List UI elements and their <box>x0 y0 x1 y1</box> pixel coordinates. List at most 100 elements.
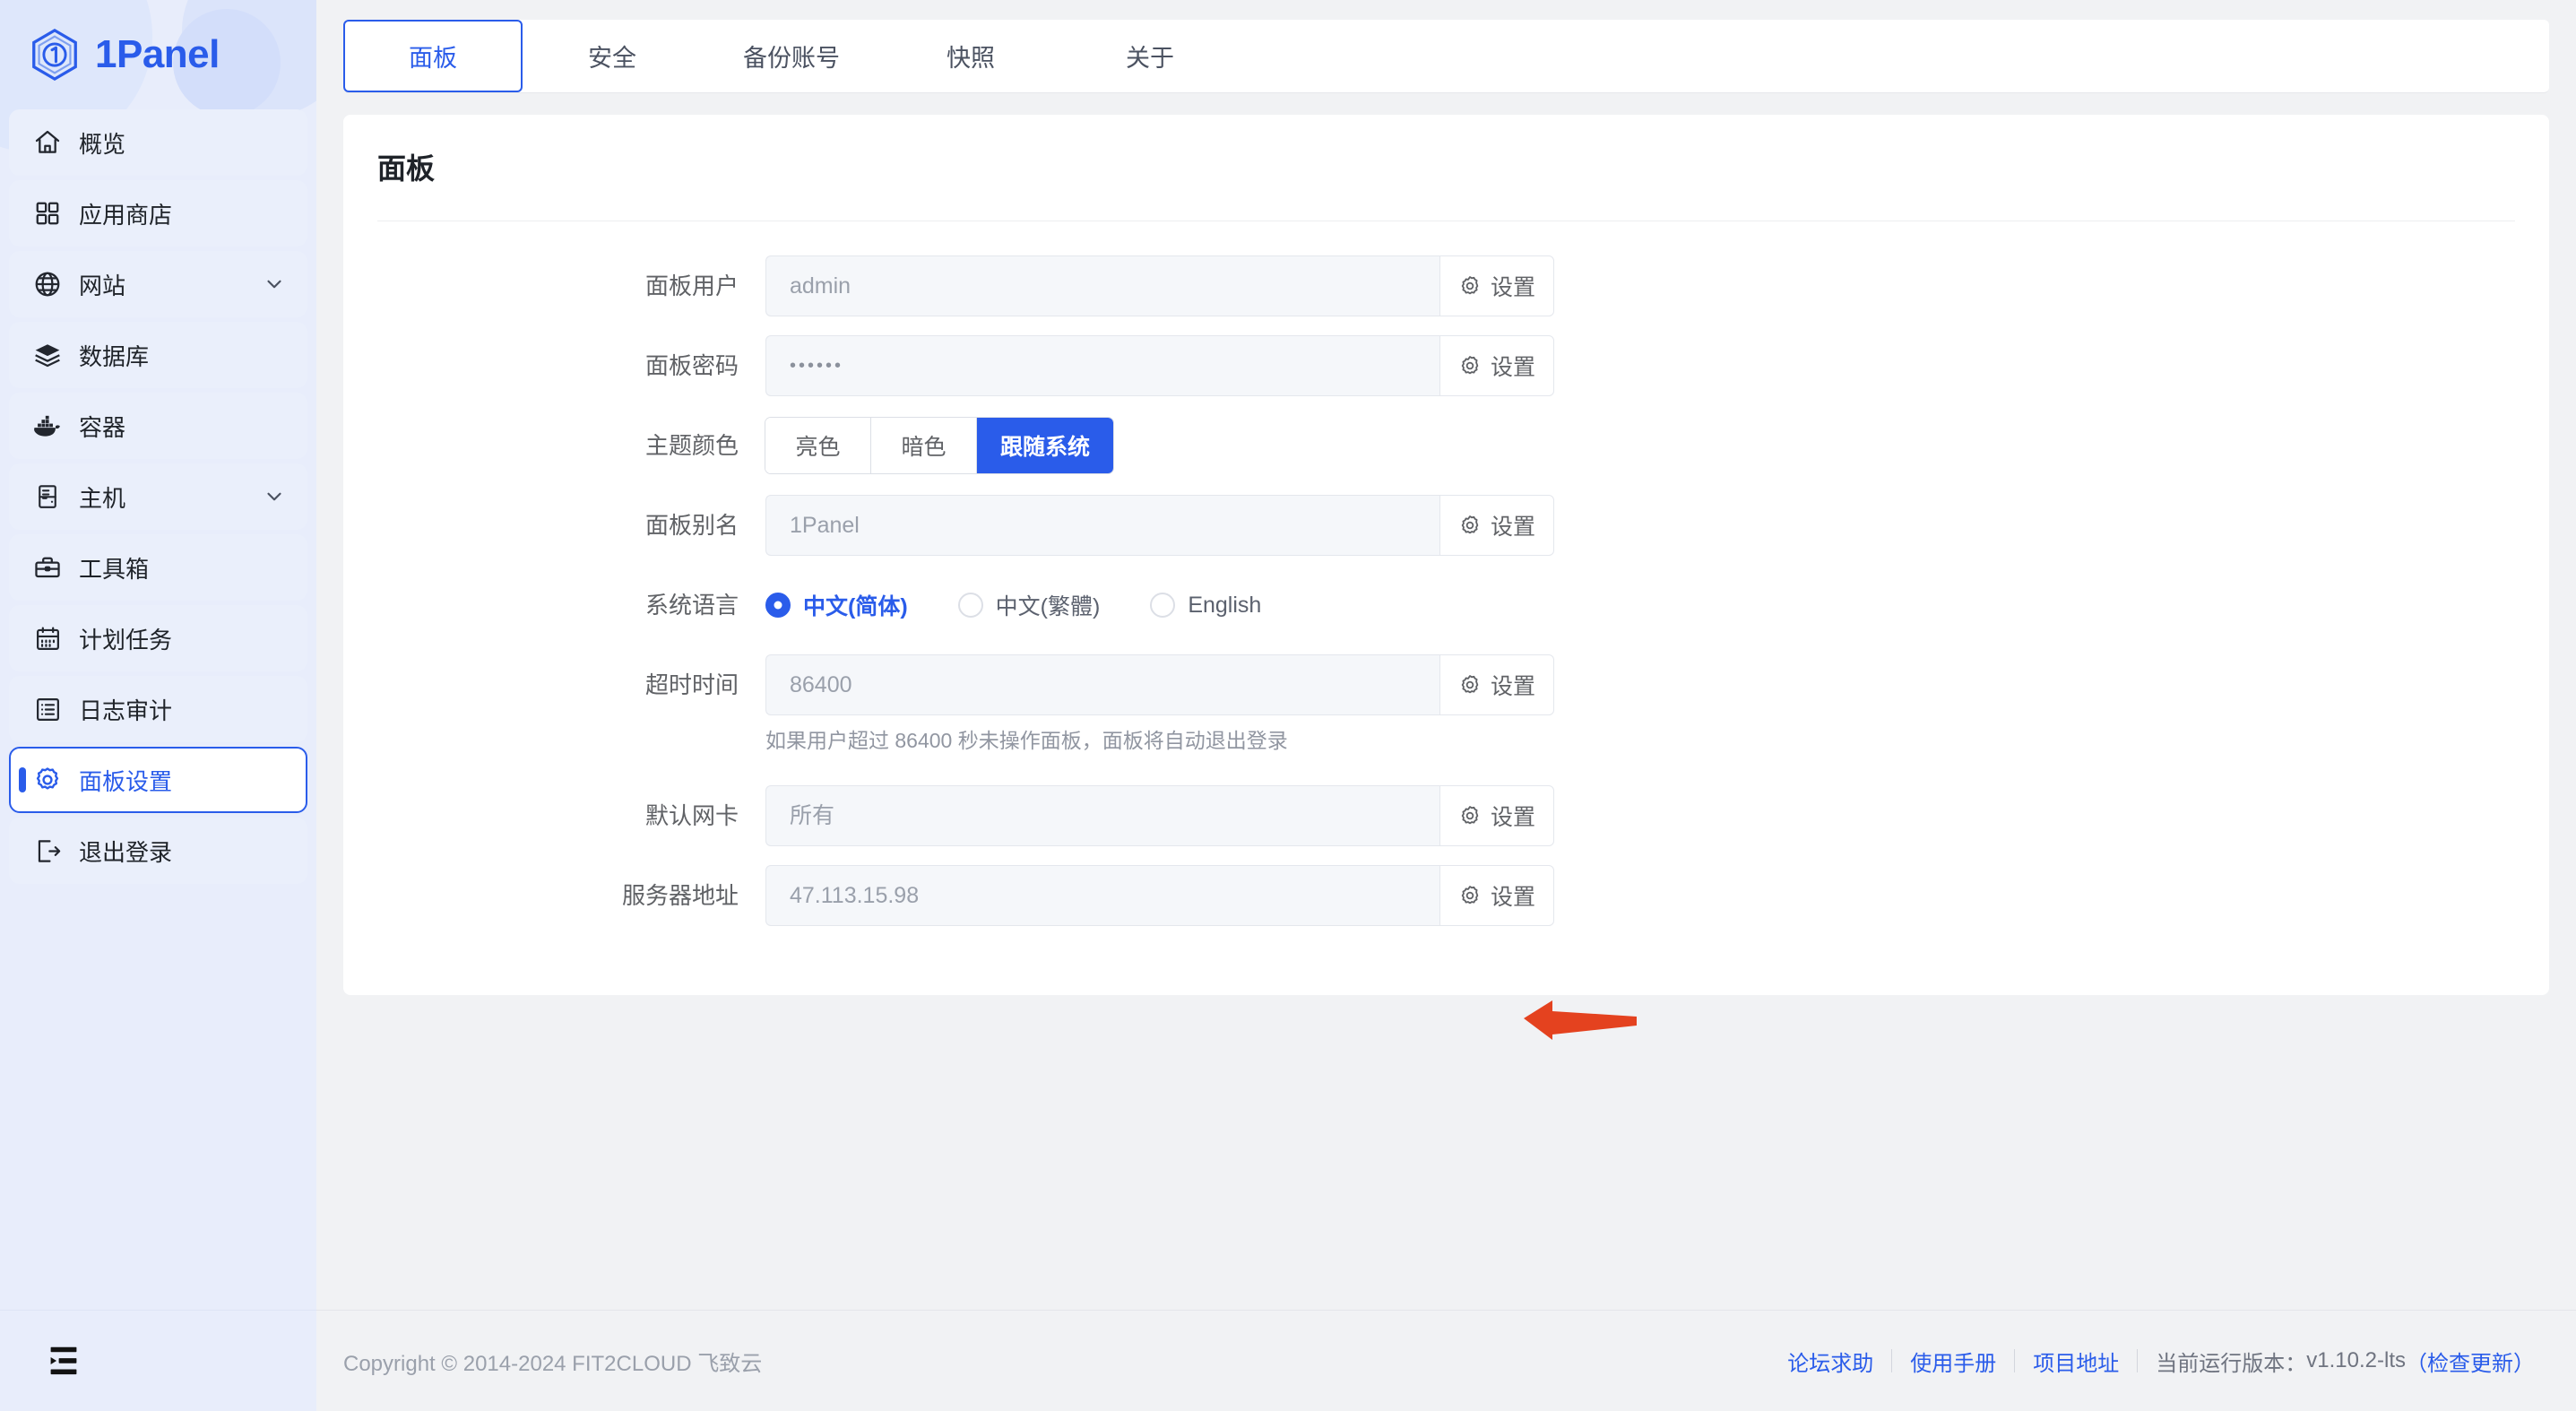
form-row-panel-user: 面板用户 admin 设置 <box>343 255 2549 316</box>
language-option-zh-tw[interactable]: 中文(繁體) <box>957 589 1100 621</box>
theme-option-light[interactable]: 亮色 <box>765 418 871 473</box>
panel-alias-input[interactable]: 1Panel <box>765 495 1439 556</box>
tab-label: 备份账号 <box>743 45 840 72</box>
panel-alias-input-group: 1Panel 设置 <box>765 495 1554 556</box>
language-option-english[interactable]: English <box>1150 593 1261 619</box>
tab-backup-account[interactable]: 备份账号 <box>702 20 881 92</box>
tab-label: 关于 <box>1126 45 1174 72</box>
list-box-icon <box>32 694 63 724</box>
form-row-system-language: 系统语言 中文(简体) 中文(繁體) English <box>343 575 2549 636</box>
sidebar-item-panel-settings[interactable]: 面板设置 <box>9 747 307 813</box>
tab-label: 面板 <box>409 45 457 72</box>
theme-option-label: 暗色 <box>901 435 947 460</box>
tab-security[interactable]: 安全 <box>523 20 702 92</box>
settings-button-label: 设置 <box>1490 674 1535 699</box>
sidebar-item-label: 日志审计 <box>79 697 173 724</box>
sidebar-item-label: 面板设置 <box>79 767 173 795</box>
language-option-zh-cn[interactable]: 中文(简体) <box>765 589 908 621</box>
panel-settings-form: 面板用户 admin 设置 面板密码 •••••• 设置 主题颜色 亮色 暗色 … <box>343 221 2549 927</box>
tab-label: 快照 <box>947 45 995 72</box>
radio-unselected-icon <box>957 593 983 618</box>
panel-alias-settings-button[interactable]: 设置 <box>1439 495 1554 556</box>
app-root: 1Panel 概览 应用商店 网站 数据库 容器 主机 工具箱 计划任务 日志审… <box>0 0 2576 1411</box>
sidebar-item-database[interactable]: 数据库 <box>9 322 307 388</box>
system-language-radio-group: 中文(简体) 中文(繁體) English <box>765 575 2549 636</box>
settings-button-label: 设置 <box>1490 885 1535 911</box>
timeout-input[interactable]: 86400 <box>765 654 1439 715</box>
settings-tabbar: 面板 安全 备份账号 快照 关于 <box>343 20 2549 93</box>
sidebar-item-cron-job[interactable]: 计划任务 <box>9 605 307 671</box>
field-label: 系统语言 <box>644 592 739 619</box>
sidebar-footer <box>0 1310 316 1411</box>
main-content: 面板 安全 备份账号 快照 关于 面板 面板用户 admin 设置 面板密码 •… <box>316 0 2576 1411</box>
tab-panel[interactable]: 面板 <box>343 20 523 92</box>
brand-logo-area[interactable]: 1Panel <box>0 0 316 109</box>
sidebar-item-label: 主机 <box>79 484 126 512</box>
sidebar-item-label: 应用商店 <box>79 201 173 229</box>
tab-label: 安全 <box>588 45 636 72</box>
panel-user-input[interactable]: admin <box>765 255 1439 316</box>
sidebar-item-overview[interactable]: 概览 <box>9 109 307 176</box>
chevron-down-icon[interactable] <box>263 273 286 296</box>
sidebar: 1Panel 概览 应用商店 网站 数据库 容器 主机 工具箱 计划任务 日志审… <box>0 0 316 1411</box>
panel-password-settings-button[interactable]: 设置 <box>1439 335 1554 396</box>
gear-icon <box>1458 274 1482 298</box>
main-spacer <box>316 995 2576 1310</box>
gear-icon <box>32 765 63 795</box>
sidebar-item-label: 计划任务 <box>79 626 173 654</box>
sidebar-item-toolbox[interactable]: 工具箱 <box>9 534 307 601</box>
sidebar-item-app-store[interactable]: 应用商店 <box>9 180 307 247</box>
form-row-default-nic: 默认网卡 所有 设置 <box>343 785 2549 847</box>
panel-user-input-group: admin 设置 <box>765 255 1554 316</box>
field-control: 所有 设置 <box>765 785 2549 847</box>
sidebar-nav: 概览 应用商店 网站 数据库 容器 主机 工具箱 计划任务 日志审计 面板设置 … <box>0 109 316 884</box>
logout-icon <box>32 835 63 866</box>
footer-version-value: v1.10.2-lts <box>2306 1348 2406 1372</box>
footer-check-update-link[interactable]: （检查更新） <box>2406 1346 2535 1377</box>
sidebar-item-logout[interactable]: 退出登录 <box>9 818 307 884</box>
footer-link-manual[interactable]: 使用手册 <box>1892 1346 2014 1377</box>
default-nic-settings-button[interactable]: 设置 <box>1439 785 1554 847</box>
panel-user-settings-button[interactable]: 设置 <box>1439 255 1554 316</box>
theme-option-follow-system[interactable]: 跟随系统 <box>977 418 1114 473</box>
form-row-timeout: 超时时间 86400 设置 如果用户超过 86400 秒未操作面板，面板将自动退… <box>343 654 2549 755</box>
docker-whale-icon <box>32 411 63 441</box>
footer-version-label: 当前运行版本： <box>2156 1351 2307 1376</box>
sidebar-item-label: 工具箱 <box>79 555 150 583</box>
sidebar-item-log-audit[interactable]: 日志审计 <box>9 676 307 742</box>
server-address-input[interactable]: 47.113.15.98 <box>765 865 1439 927</box>
settings-button-label: 设置 <box>1490 515 1535 540</box>
field-label: 服务器地址 <box>621 882 739 910</box>
theme-option-label: 跟随系统 <box>1000 435 1091 460</box>
tab-snapshot[interactable]: 快照 <box>881 20 1060 92</box>
sidebar-item-container[interactable]: 容器 <box>9 393 307 459</box>
copyright-text: Copyright © 2014-2024 FIT2CLOUD 飞致云 <box>343 1351 763 1376</box>
field-control: admin 设置 <box>765 255 2549 316</box>
timeout-input-group: 86400 设置 <box>765 654 1554 715</box>
menu-fold-icon[interactable] <box>43 1345 84 1377</box>
tab-about[interactable]: 关于 <box>1060 20 1240 92</box>
field-label: 默认网卡 <box>644 802 739 830</box>
footer-link-forum[interactable]: 论坛求助 <box>1769 1346 1891 1377</box>
server-address-settings-button[interactable]: 设置 <box>1439 865 1554 927</box>
default-nic-input[interactable]: 所有 <box>765 785 1439 847</box>
sidebar-item-host[interactable]: 主机 <box>9 463 307 530</box>
apps-grid-icon <box>32 198 63 229</box>
field-control: 亮色 暗色 跟随系统 <box>765 415 2549 473</box>
field-label: 面板用户 <box>644 273 739 299</box>
sidebar-item-label: 退出登录 <box>79 838 173 866</box>
globe-icon <box>32 269 63 299</box>
toolbox-icon <box>32 552 63 583</box>
settings-button-label: 设置 <box>1490 805 1535 831</box>
chevron-down-icon[interactable] <box>263 485 286 508</box>
panel-password-input[interactable]: •••••• <box>765 335 1439 396</box>
settings-button-label: 设置 <box>1490 355 1535 380</box>
language-option-label: 中文(简体) <box>803 594 908 619</box>
theme-option-label: 亮色 <box>795 435 841 460</box>
footer-link-project[interactable]: 项目地址 <box>2015 1346 2137 1377</box>
theme-option-dark[interactable]: 暗色 <box>871 418 977 473</box>
timeout-settings-button[interactable]: 设置 <box>1439 654 1554 715</box>
field-label: 面板密码 <box>644 352 739 379</box>
active-indicator-bar <box>19 767 26 792</box>
sidebar-item-website[interactable]: 网站 <box>9 251 307 317</box>
